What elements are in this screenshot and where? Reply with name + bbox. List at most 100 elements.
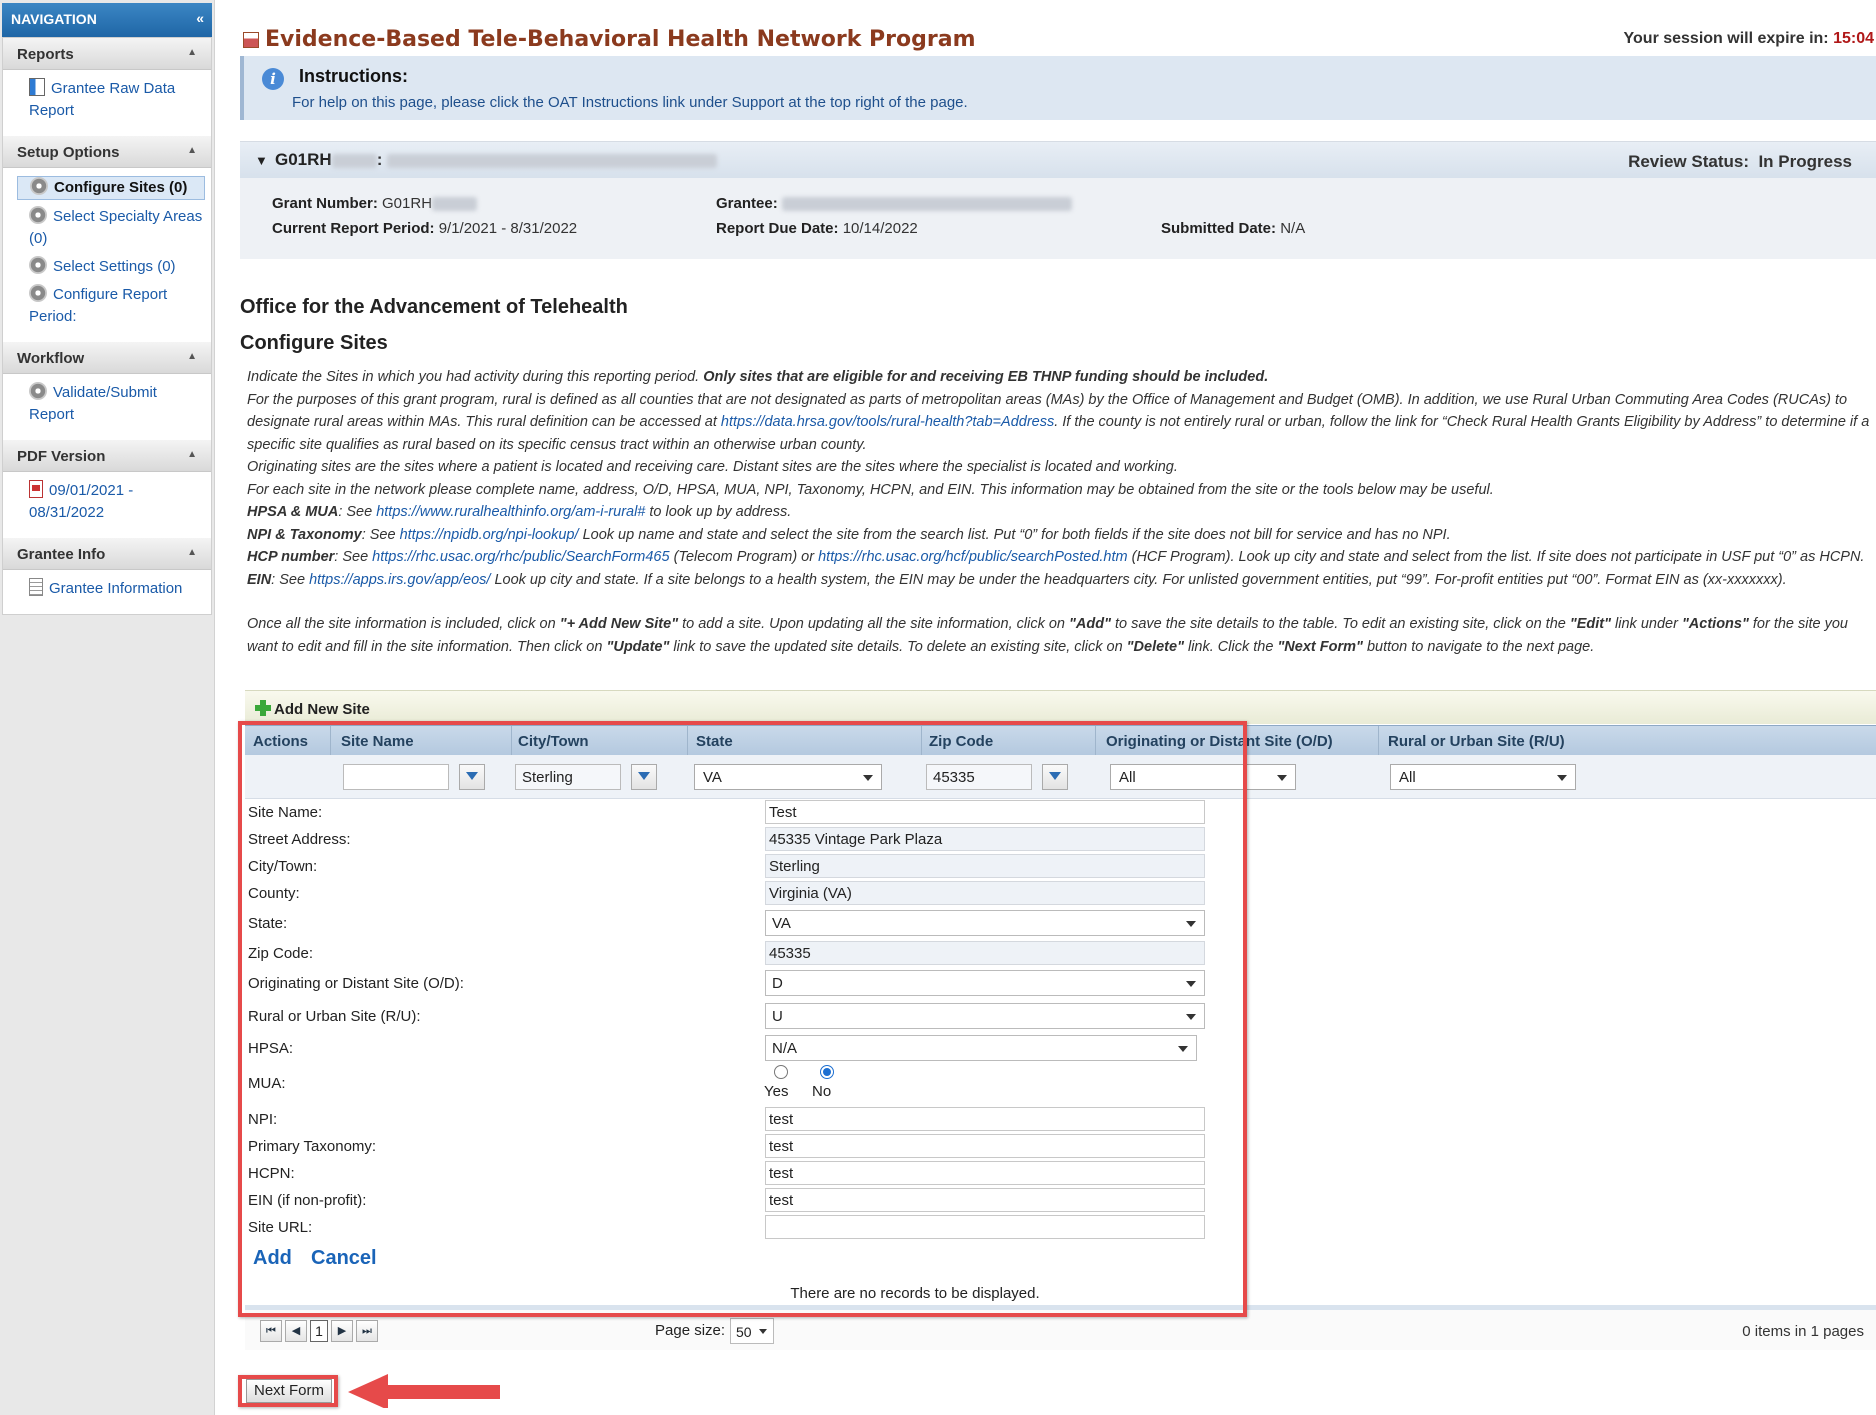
add-new-site-bar: Add New Site xyxy=(245,690,1876,724)
npi-link[interactable]: https://npidb.org/npi-lookup/ xyxy=(400,527,579,543)
grant-summary: ▼ G01RH: Review Status: In Progress Gran… xyxy=(240,141,1876,259)
section-workflow[interactable]: Workflow ▲ xyxy=(3,342,211,374)
navigation-header: NAVIGATION « xyxy=(2,3,212,37)
gear-icon xyxy=(29,284,47,302)
text: (HCF Program). Look up city and state an… xyxy=(1131,549,1865,565)
nav-item-configure-report-period[interactable]: Configure Report Period: xyxy=(29,284,205,328)
field-value: N/A xyxy=(1280,220,1306,237)
field-label: Grant Number: xyxy=(272,195,378,212)
collapse-caret-icon[interactable]: ▲ xyxy=(187,449,197,460)
hcf-program-link[interactable]: https://rhc.usac.org/hcf/public/searchPo… xyxy=(818,549,1127,565)
telecom-program-link[interactable]: https://rhc.usac.org/rhc/public/SearchFo… xyxy=(372,549,669,565)
session-timer: Your session will expire in: 15:04 xyxy=(1624,30,1874,48)
redacted-text xyxy=(387,153,718,168)
grant-summary-bar[interactable]: ▼ G01RH: Review Status: In Progress xyxy=(240,142,1876,178)
nav-link[interactable]: Grantee Information xyxy=(49,580,182,597)
field-label: Report Due Date: xyxy=(716,220,839,237)
nav-link[interactable]: Configure Sites (0) xyxy=(54,179,187,196)
review-status-value: In Progress xyxy=(1758,152,1852,171)
nav-link[interactable]: Validate/Submit Report xyxy=(29,384,157,423)
next-page-icon[interactable]: ▶ xyxy=(331,1320,353,1342)
collapse-caret-icon[interactable]: ▲ xyxy=(187,547,197,558)
office-title: Office for the Advancement of Telehealth xyxy=(240,296,628,318)
nav-link[interactable]: Select Settings (0) xyxy=(53,258,176,275)
section-reports[interactable]: Reports ▲ xyxy=(3,38,211,70)
review-status-label: Review Status: xyxy=(1628,152,1749,171)
section-title: Setup Options xyxy=(17,144,120,161)
program-icon xyxy=(243,32,259,48)
section-workflow-body: Validate/Submit Report xyxy=(3,374,211,440)
ein-link[interactable]: https://apps.irs.gov/app/eos/ xyxy=(309,572,490,588)
hpsa-link[interactable]: https://www.ruralhealthinfo.org/am-i-rur… xyxy=(376,504,645,520)
section-pdf-version[interactable]: PDF Version ▲ xyxy=(3,440,211,472)
collapse-caret-icon[interactable]: ▲ xyxy=(187,145,197,156)
add-button[interactable]: Add xyxy=(253,1247,292,1270)
program-title: Evidence-Based Tele-Behavioral Health Ne… xyxy=(265,27,976,52)
collapse-sidebar-icon[interactable]: « xyxy=(196,10,204,26)
navigation-sidebar: NAVIGATION « Reports ▲ Grantee Raw Data R… xyxy=(0,0,215,1415)
redacted-text xyxy=(331,153,377,168)
text: Look up city and state. If a site belong… xyxy=(494,571,1787,588)
nav-link[interactable]: Grantee Raw Data Report xyxy=(29,80,175,119)
instructions-text: For help on this page, please click the … xyxy=(292,94,968,111)
instructions-panel: i Instructions: For help on this page, p… xyxy=(240,56,1876,120)
nav-item-select-settings[interactable]: Select Settings (0) xyxy=(29,256,205,278)
info-icon: i xyxy=(262,68,284,90)
text: button to navigate to the next page. xyxy=(1366,638,1595,655)
section-title: PDF Version xyxy=(17,448,106,465)
rural-urban-filter-select[interactable]: All xyxy=(1390,764,1576,790)
text: link. Click the xyxy=(1187,638,1274,655)
nav-link[interactable]: 09/01/2021 - 08/31/2022 xyxy=(29,482,133,521)
text: link to save the updated site details. T… xyxy=(673,638,1123,655)
section-title: Reports xyxy=(17,46,74,63)
text: to add a site. Upon updating all the sit… xyxy=(682,616,1065,632)
collapse-caret-icon[interactable]: ▲ xyxy=(187,47,197,58)
nav-link[interactable]: Configure Report Period: xyxy=(29,286,167,325)
report-icon xyxy=(29,78,45,96)
redacted-text xyxy=(781,197,1072,212)
text: Indicate the Sites in which you had acti… xyxy=(247,369,700,385)
nav-link[interactable]: Select Specialty Areas (0) xyxy=(29,208,202,247)
nav-item-grantee-raw-data-report[interactable]: Grantee Raw Data Report xyxy=(29,78,205,122)
last-page-icon[interactable]: ⏭ xyxy=(356,1320,378,1342)
page-title: Configure Sites xyxy=(240,332,388,354)
gear-icon xyxy=(29,382,47,400)
grant-number-field: Grant Number: G01RH xyxy=(272,195,478,212)
first-page-icon[interactable]: ⏮ xyxy=(260,1320,282,1342)
section-reports-body: Grantee Raw Data Report xyxy=(3,70,211,136)
page-size-select[interactable]: 50 xyxy=(730,1318,774,1344)
rural-health-link[interactable]: https://data.hrsa.gov/tools/rural-health… xyxy=(721,414,1054,430)
grantee-field: Grantee: xyxy=(716,195,1072,212)
previous-page-icon[interactable]: ◀ xyxy=(285,1320,307,1342)
column-header-rural-urban[interactable]: Rural or Urban Site (R/U) xyxy=(1388,733,1565,750)
nav-item-select-specialty-areas[interactable]: Select Specialty Areas (0) xyxy=(29,206,205,250)
nav-item-configure-sites[interactable]: Configure Sites (0) xyxy=(17,176,205,200)
bold-text: HCP number xyxy=(247,549,335,565)
bold-text: "+ Add New Site" xyxy=(559,616,679,632)
pager-info: 0 items in 1 pages xyxy=(1742,1323,1864,1340)
expand-triangle-icon[interactable]: ▼ xyxy=(255,153,268,168)
instructions-title: Instructions: xyxy=(299,66,409,86)
bold-text: HPSA & MUA xyxy=(247,504,339,520)
text: : See xyxy=(338,504,373,520)
navigation-panel: Reports ▲ Grantee Raw Data Report Setup O… xyxy=(2,37,212,615)
text: (Telecom Program) or xyxy=(673,549,815,565)
text: link under xyxy=(1615,616,1678,632)
section-grantee-info[interactable]: Grantee Info ▲ xyxy=(3,538,211,570)
nav-item-validate-submit[interactable]: Validate/Submit Report xyxy=(29,382,205,426)
cancel-button[interactable]: Cancel xyxy=(311,1247,377,1270)
nav-item-grantee-information[interactable]: Grantee Information xyxy=(29,578,205,600)
section-grantee-info-body: Grantee Information xyxy=(3,570,211,614)
nav-item-pdf-period[interactable]: 09/01/2021 - 08/31/2022 xyxy=(29,480,205,524)
text: Once all the site information is include… xyxy=(247,616,556,632)
add-new-site-button[interactable]: Add New Site xyxy=(255,700,370,718)
text: : See xyxy=(361,526,396,543)
gear-icon xyxy=(29,256,47,274)
review-status: Review Status: In Progress xyxy=(1628,152,1852,172)
bold-text: "Next Form" xyxy=(1277,638,1363,655)
collapse-caret-icon[interactable]: ▲ xyxy=(187,351,197,362)
current-page[interactable]: 1 xyxy=(310,1320,328,1342)
pointer-arrow-icon xyxy=(348,1374,500,1408)
section-setup-options[interactable]: Setup Options ▲ xyxy=(3,136,211,168)
text: to save the site details to the table. T… xyxy=(1114,616,1566,632)
